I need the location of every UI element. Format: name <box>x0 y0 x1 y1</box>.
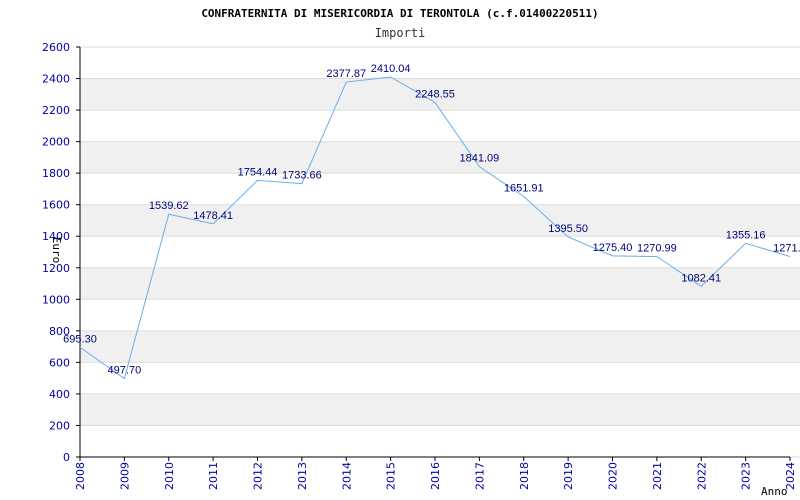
data-label: 1754.44 <box>238 166 278 178</box>
x-tick-label: 2016 <box>429 462 442 490</box>
data-label: 1841.09 <box>459 153 499 165</box>
x-tick-label: 2023 <box>740 462 753 490</box>
x-tick-label: 2013 <box>296 462 309 490</box>
y-tick-label: 400 <box>49 388 70 401</box>
y-tick-label: 2000 <box>42 136 70 149</box>
data-label: 2248.55 <box>415 88 455 100</box>
data-label: 1275.40 <box>593 242 633 254</box>
data-label: 2410.04 <box>371 63 411 75</box>
y-tick-label: 2600 <box>42 41 70 54</box>
y-tick-label: 1800 <box>42 167 70 180</box>
x-tick-label: 2010 <box>163 462 176 490</box>
data-label: 1271.5 <box>773 242 800 254</box>
grid-band <box>80 330 800 363</box>
data-label: 1395.50 <box>548 223 588 235</box>
chart-title: CONFRATERNITA DI MISERICORDIA DI TERONTO… <box>201 7 598 20</box>
data-label: 1539.62 <box>149 200 189 212</box>
data-label: 1478.41 <box>193 210 233 222</box>
y-axis-title: Euro <box>50 237 63 264</box>
x-tick-label: 2009 <box>118 462 131 490</box>
x-tick-label: 2019 <box>562 462 575 490</box>
x-tick-label: 2018 <box>518 462 531 490</box>
grid-band <box>80 141 800 174</box>
x-axis-title: Anno <box>761 485 788 498</box>
x-tick-label: 2008 <box>74 462 87 490</box>
x-tick-label: 2017 <box>473 462 486 490</box>
data-label: 1733.66 <box>282 170 322 182</box>
line-chart: 0200400600800100012001400160018002000220… <box>42 7 800 498</box>
y-tick-label: 200 <box>49 419 70 432</box>
y-tick-label: 2400 <box>42 73 70 86</box>
data-label: 695.30 <box>63 333 97 345</box>
y-tick-label: 600 <box>49 356 70 369</box>
x-tick-label: 2021 <box>651 462 664 490</box>
x-tick-label: 2020 <box>607 462 620 490</box>
x-tick-label: 2015 <box>385 462 398 490</box>
y-tick-label: 2200 <box>42 104 70 117</box>
grid-band <box>80 393 800 426</box>
data-label: 1355.16 <box>726 229 766 241</box>
y-tick-label: 1200 <box>42 262 70 275</box>
y-tick-label: 0 <box>63 451 70 464</box>
chart-subtitle: Importi <box>375 26 426 40</box>
x-tick-label: 2014 <box>340 462 353 490</box>
y-tick-label: 1600 <box>42 199 70 212</box>
y-tick-label: 1000 <box>42 293 70 306</box>
data-label: 1651.91 <box>504 183 544 195</box>
grid-bands <box>80 78 800 426</box>
x-tick-labels: 2008 2009 2010 2011 2012 2013 2014 2015 2016 2017… <box>74 457 797 490</box>
data-label: 1082.41 <box>681 272 721 284</box>
x-tick-label: 2012 <box>252 462 265 490</box>
data-label: 2377.87 <box>326 68 366 80</box>
x-tick-label: 2011 <box>207 462 220 490</box>
data-label: 497.70 <box>108 365 142 377</box>
x-tick-label: 2022 <box>695 462 708 490</box>
data-label: 1270.99 <box>637 243 677 255</box>
